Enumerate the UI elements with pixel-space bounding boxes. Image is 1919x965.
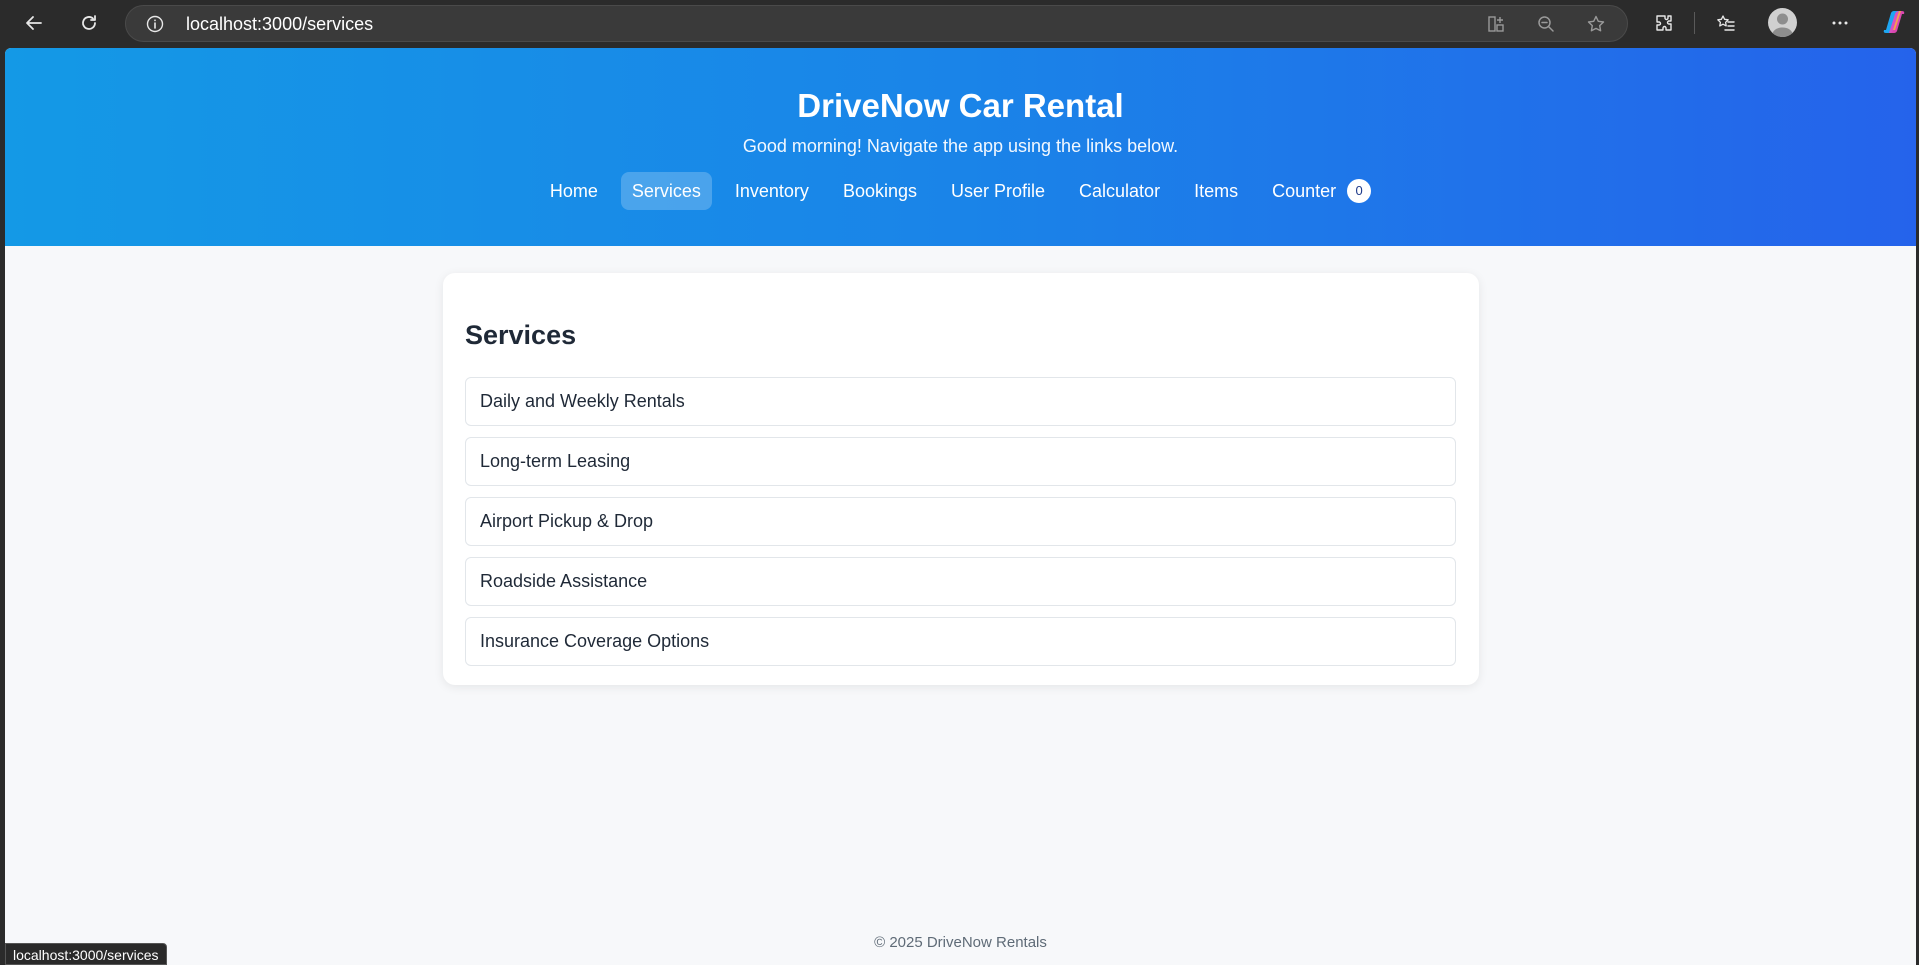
address-url[interactable]: localhost:3000/services (186, 6, 373, 42)
favorite-star-icon[interactable] (1586, 14, 1606, 34)
puzzle-icon (1656, 15, 1672, 31)
services-heading: Services (465, 320, 577, 350)
reload-icon (82, 15, 96, 30)
copilot-icon[interactable] (1880, 8, 1908, 36)
favorites-button[interactable] (1710, 7, 1742, 39)
page-viewport: DriveNow Car Rental Good morning! Naviga… (5, 48, 1916, 965)
reload-button[interactable] (73, 7, 105, 39)
main-nav: Home Services Inventory Bookings User Pr… (5, 172, 1916, 210)
address-bar[interactable]: localhost:3000/services (125, 5, 1628, 42)
user-avatar-icon (1771, 13, 1794, 37)
app-title: DriveNow Car Rental (797, 87, 1124, 124)
app-header: DriveNow Car Rental Good morning! Naviga… (5, 48, 1916, 246)
greeting-text: Good morning! Navigate the app using the… (742, 136, 1179, 156)
extensions-button[interactable] (1648, 7, 1680, 39)
nav-home[interactable]: Home (539, 172, 609, 210)
nav-calculator[interactable]: Calculator (1068, 172, 1171, 210)
nav-counter[interactable]: Counter 0 (1261, 172, 1382, 210)
nav-items[interactable]: Items (1183, 172, 1249, 210)
browser-toolbar: localhost:3000/services (0, 0, 1919, 45)
zoom-out-icon[interactable] (1536, 14, 1556, 34)
nav-inventory[interactable]: Inventory (724, 172, 820, 210)
service-item-airport-pickup-drop: Airport Pickup & Drop (465, 497, 1456, 546)
back-button[interactable] (18, 7, 50, 39)
nav-user-profile[interactable]: User Profile (940, 172, 1056, 210)
counter-badge: 0 (1347, 179, 1372, 203)
service-item-long-term-leasing: Long-term Leasing (465, 437, 1456, 486)
nav-counter-label: Counter (1272, 181, 1337, 201)
page-footer: © 2025 DriveNow Rentals (874, 934, 1047, 951)
nav-services[interactable]: Services (620, 172, 712, 210)
profile-avatar[interactable] (1768, 8, 1797, 37)
ellipsis-icon (1832, 21, 1848, 25)
services-list: Daily and Weekly Rentals Long-term Leasi… (465, 377, 1456, 677)
nav-bookings[interactable]: Bookings (832, 172, 928, 210)
service-item-roadside-assistance: Roadside Assistance (465, 557, 1456, 606)
back-arrow-icon (26, 16, 42, 30)
site-info-icon[interactable] (146, 15, 164, 33)
more-menu-button[interactable] (1824, 7, 1856, 39)
favorites-list-icon (1717, 15, 1735, 31)
services-card: Services Daily and Weekly Rentals Long-t… (443, 273, 1479, 685)
status-bar-url: localhost:3000/services (5, 943, 167, 965)
app-available-icon[interactable] (1486, 14, 1506, 34)
service-item-insurance-coverage: Insurance Coverage Options (465, 617, 1456, 666)
toolbar-divider (1694, 12, 1695, 34)
service-item-daily-weekly-rentals: Daily and Weekly Rentals (465, 377, 1456, 426)
